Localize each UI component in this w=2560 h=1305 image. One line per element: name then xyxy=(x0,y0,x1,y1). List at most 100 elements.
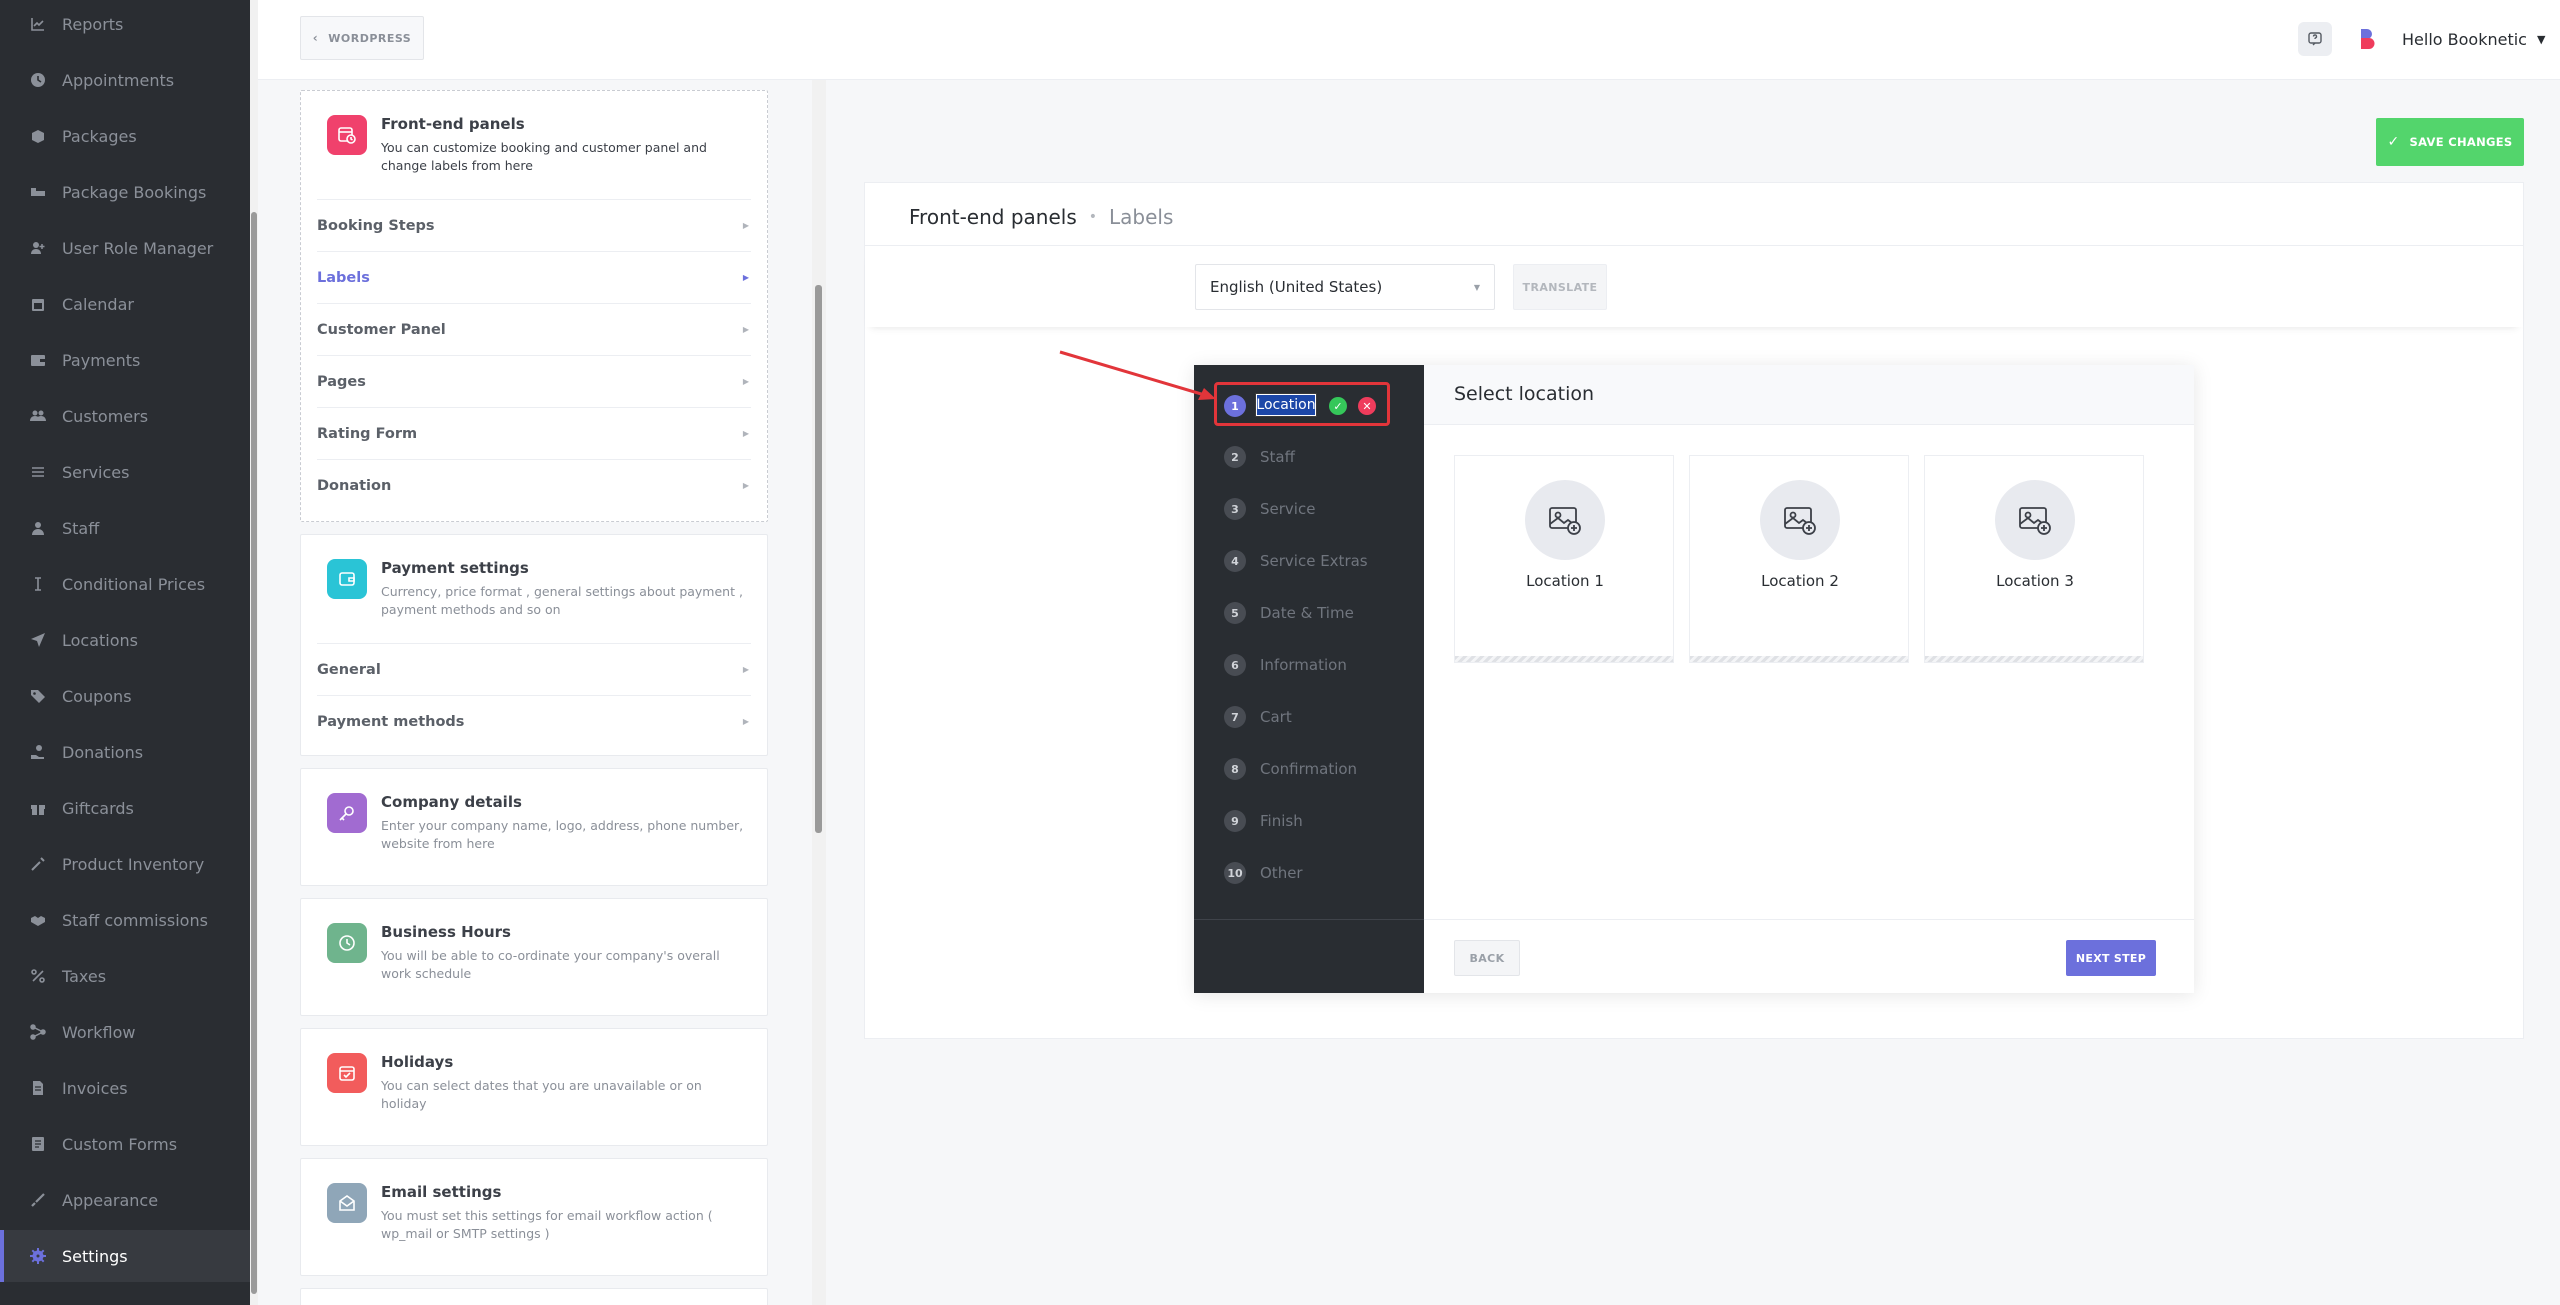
sidebar-item-label: Reports xyxy=(62,14,124,34)
step-label[interactable]: Finish xyxy=(1260,812,1303,830)
step-number: 9 xyxy=(1224,810,1246,832)
next-step-button[interactable]: NEXT STEP xyxy=(2066,940,2156,976)
calendar-icon xyxy=(30,296,46,312)
step-number: 8 xyxy=(1224,758,1246,780)
sidebar-item-custom-forms[interactable]: Custom Forms xyxy=(0,1118,250,1170)
wordpress-back-button[interactable]: ‹ WORDPRESS xyxy=(300,16,424,60)
menu-payment-methods[interactable]: Payment methods ▶ xyxy=(317,695,751,747)
sidebar-item-settings[interactable]: Settings xyxy=(0,1230,250,1282)
sidebar-item-package-bookings[interactable]: Package Bookings xyxy=(0,166,250,218)
sidebar-item-payments[interactable]: Payments xyxy=(0,334,250,386)
help-button[interactable] xyxy=(2298,22,2332,56)
sidebar-item-label: Appearance xyxy=(62,1190,159,1210)
sidebar-item-label: Locations xyxy=(62,630,139,650)
breadcrumb-separator-icon: • xyxy=(1088,209,1098,225)
step-confirmation[interactable]: 8 Confirmation xyxy=(1224,757,1357,781)
percent-icon xyxy=(30,968,46,984)
step-service[interactable]: 3 Service xyxy=(1224,497,1315,521)
sidebar-item-coupons[interactable]: Coupons xyxy=(0,670,250,722)
business-hours-card[interactable]: Business Hours You will be able to co-or… xyxy=(300,898,768,1016)
step-finish[interactable]: 9 Finish xyxy=(1224,809,1303,833)
step-date-time[interactable]: 5 Date & Time xyxy=(1224,601,1354,625)
location-card[interactable]: Location 3 xyxy=(1924,455,2144,663)
step-other[interactable]: 10 Other xyxy=(1224,861,1303,885)
location-card[interactable]: Location 1 xyxy=(1454,455,1674,663)
step-label[interactable]: Staff xyxy=(1260,448,1295,466)
menu-booking-steps[interactable]: Booking Steps ▶ xyxy=(317,199,751,251)
step-staff[interactable]: 2 Staff xyxy=(1224,445,1295,469)
sidebar-scrollbar-thumb[interactable] xyxy=(251,212,257,1294)
holidays-card[interactable]: Holidays You can select dates that you a… xyxy=(300,1028,768,1146)
step-label[interactable]: Service Extras xyxy=(1260,552,1368,570)
form-icon xyxy=(30,1136,46,1152)
caret-right-icon: ▶ xyxy=(742,377,749,386)
language-select[interactable]: English (United States) ▼ xyxy=(1195,264,1495,310)
sidebar-item-conditional-prices[interactable]: Conditional Prices xyxy=(0,558,250,610)
sidebar-item-workflow[interactable]: Workflow xyxy=(0,1006,250,1058)
caret-right-icon: ▶ xyxy=(742,221,749,230)
caret-right-icon: ▶ xyxy=(742,325,749,334)
back-button[interactable]: BACK xyxy=(1454,940,1520,976)
bed-icon xyxy=(30,184,46,200)
card-title: Email settings xyxy=(381,1183,502,1201)
sidebar-item-taxes[interactable]: Taxes xyxy=(0,950,250,1002)
envelope-open-icon xyxy=(327,1183,367,1223)
email-settings-card[interactable]: Email settings You must set this setting… xyxy=(300,1158,768,1276)
step-cart[interactable]: 7 Cart xyxy=(1224,705,1292,729)
menu-labels[interactable]: Labels ▶ xyxy=(317,251,751,303)
step-label[interactable]: Confirmation xyxy=(1260,760,1357,778)
menu-general[interactable]: General ▶ xyxy=(317,643,751,695)
menu-pages[interactable]: Pages ▶ xyxy=(317,355,751,407)
sidebar-item-invoices[interactable]: Invoices xyxy=(0,1062,250,1114)
step-label[interactable]: Other xyxy=(1260,864,1303,882)
booking-panel-preview: 1 Location ✓ ✕ 2 Staff 3 Service 4 Service … xyxy=(1194,365,2194,993)
settings-scrollbar-thumb[interactable] xyxy=(815,285,822,833)
sidebar-item-label: Conditional Prices xyxy=(62,574,206,594)
location-card[interactable]: Location 2 xyxy=(1689,455,1909,663)
step-label[interactable]: Cart xyxy=(1260,708,1292,726)
sidebar-item-staff-commissions[interactable]: Staff commissions xyxy=(0,894,250,946)
sidebar-item-donations[interactable]: Donations xyxy=(0,726,250,778)
step-label[interactable]: Service xyxy=(1260,500,1315,518)
wallet-icon xyxy=(30,352,46,368)
step-number: 6 xyxy=(1224,654,1246,676)
sidebar-item-services[interactable]: Services xyxy=(0,446,250,498)
menu-rating-form[interactable]: Rating Form ▶ xyxy=(317,407,751,459)
step-label[interactable]: Information xyxy=(1260,656,1347,674)
settings-card-partial[interactable] xyxy=(300,1288,768,1305)
step-label[interactable]: Date & Time xyxy=(1260,604,1354,622)
step-information[interactable]: 6 Information xyxy=(1224,653,1347,677)
save-changes-button[interactable]: ✓ SAVE CHANGES xyxy=(2376,118,2524,166)
workflow-icon xyxy=(30,1024,46,1040)
card-title: Company details xyxy=(381,793,522,811)
step-service-extras[interactable]: 4 Service Extras xyxy=(1224,549,1368,573)
translate-button[interactable]: TRANSLATE xyxy=(1513,264,1607,310)
sidebar-item-label: Calendar xyxy=(62,294,134,314)
sidebar-item-staff[interactable]: Staff xyxy=(0,502,250,554)
breadcrumb-section[interactable]: Front-end panels xyxy=(909,205,1077,229)
user-menu[interactable]: Hello Booknetic ▼ xyxy=(2402,28,2545,50)
menu-customer-panel[interactable]: Customer Panel ▶ xyxy=(317,303,751,355)
sidebar-item-calendar[interactable]: Calendar xyxy=(0,278,250,330)
sidebar-item-packages[interactable]: Packages xyxy=(0,110,250,162)
frontend-panels-card[interactable]: Front-end panels You can customize booki… xyxy=(300,90,768,522)
company-details-card[interactable]: Company details Enter your company name,… xyxy=(300,768,768,886)
panel-title[interactable]: Select location xyxy=(1454,383,1594,405)
sidebar-item-giftcards[interactable]: Giftcards xyxy=(0,782,250,834)
sidebar-item-customers[interactable]: Customers xyxy=(0,390,250,442)
sidebar-item-appointments[interactable]: Appointments xyxy=(0,54,250,106)
payment-settings-card[interactable]: Payment settings Currency, price format … xyxy=(300,534,768,756)
users-icon xyxy=(30,408,46,424)
sidebar-item-appearance[interactable]: Appearance xyxy=(0,1174,250,1226)
language-toolbar: English (United States) ▼ TRANSLATE xyxy=(865,245,2523,327)
user-icon xyxy=(30,520,46,536)
list-icon xyxy=(30,464,46,480)
menu-label: Customer Panel xyxy=(317,321,446,338)
sidebar-item-user-role-manager[interactable]: User Role Manager xyxy=(0,222,250,274)
menu-donation[interactable]: Donation ▶ xyxy=(317,459,751,511)
sidebar-item-product-inventory[interactable]: Product Inventory xyxy=(0,838,250,890)
step-number: 2 xyxy=(1224,446,1246,468)
sidebar-item-locations[interactable]: Locations xyxy=(0,614,250,666)
chat-question-icon xyxy=(2308,32,2322,46)
sidebar-item-reports[interactable]: Reports xyxy=(0,0,250,50)
